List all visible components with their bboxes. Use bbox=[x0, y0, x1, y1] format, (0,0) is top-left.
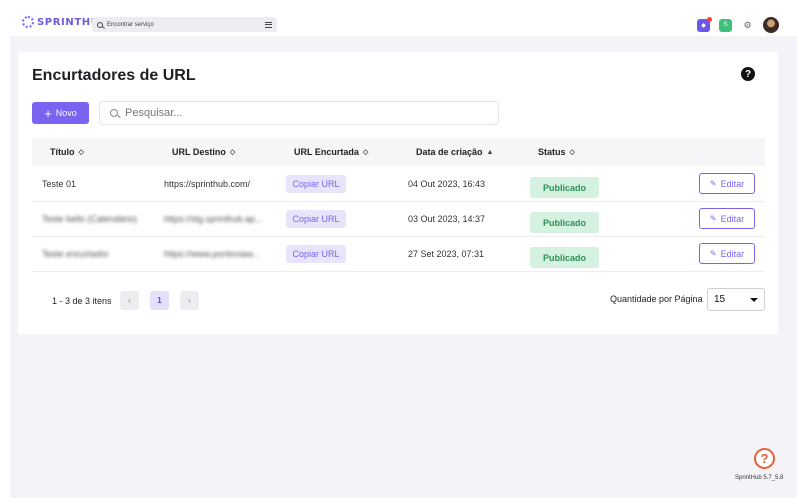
new-button-label: Novo bbox=[55, 108, 77, 118]
edit-button[interactable]: ✎ Editar bbox=[699, 243, 755, 264]
edit-button[interactable]: ✎ Editar bbox=[699, 173, 755, 194]
status-badge: Publicado bbox=[530, 212, 599, 233]
column-title[interactable]: Título ◇ bbox=[50, 147, 84, 157]
apps-icon[interactable]: S bbox=[719, 18, 732, 32]
column-url-destino[interactable]: URL Destino ◇ bbox=[172, 147, 235, 157]
sort-up-icon: ▲ bbox=[486, 148, 494, 156]
search-icon bbox=[110, 109, 118, 117]
service-search-placeholder: Encontrar serviço bbox=[107, 21, 154, 28]
edit-label: Editar bbox=[720, 248, 745, 259]
column-url-encurtada[interactable]: URL Encurtada ◇ bbox=[294, 147, 368, 157]
notifications-icon[interactable]: ◆ bbox=[697, 16, 712, 32]
row-url: https://stg.sprinthub.ap... bbox=[164, 214, 263, 224]
column-label: Data de criação bbox=[416, 147, 483, 157]
table-row: Teste encurtador https://www.pontoviaw..… bbox=[32, 237, 765, 272]
edit-button[interactable]: ✎ Editar bbox=[699, 208, 755, 229]
copy-url-button[interactable]: Copiar URL bbox=[286, 245, 346, 263]
logo-icon bbox=[22, 16, 34, 28]
support-help-icon[interactable]: ? bbox=[754, 448, 775, 469]
search-icon bbox=[97, 21, 103, 28]
search-box bbox=[99, 101, 499, 125]
sort-icon: ◇ bbox=[362, 149, 369, 156]
main-card: Encurtadores de URL ? + Novo Título ◇ UR… bbox=[18, 52, 778, 334]
edit-label: Editar bbox=[720, 213, 745, 224]
page-title: Encurtadores de URL bbox=[32, 67, 196, 84]
avatar[interactable] bbox=[763, 17, 779, 33]
sort-icon: ◇ bbox=[78, 149, 84, 156]
chevron-down-icon bbox=[750, 298, 758, 302]
column-label: Status bbox=[538, 147, 566, 157]
pencil-icon: ✎ bbox=[709, 214, 717, 223]
edit-label: Editar bbox=[720, 178, 745, 189]
row-url: https://www.pontoviaw... bbox=[164, 249, 261, 259]
pencil-icon: ✎ bbox=[709, 179, 717, 188]
column-data-criacao[interactable]: Data de criação ▲ bbox=[416, 147, 493, 157]
row-title: Teste bello (Calendário) bbox=[42, 214, 138, 224]
next-page-button[interactable]: › bbox=[180, 291, 199, 310]
table-row: Teste bello (Calendário) https://stg.spr… bbox=[32, 202, 765, 237]
table-row: Teste 01 https://sprinthub.com/ Copiar U… bbox=[32, 167, 765, 202]
version-text: SprintHub 5.7_5.8 bbox=[735, 475, 784, 481]
per-page-label: Quantidade por Página bbox=[610, 294, 703, 304]
pencil-icon: ✎ bbox=[709, 249, 717, 258]
page-1-button[interactable]: 1 bbox=[150, 291, 169, 310]
column-label: Título bbox=[50, 147, 75, 157]
column-label: URL Destino bbox=[172, 147, 226, 157]
top-bar: SPRINTHUB Encontrar serviço ◆ S ⚙ bbox=[0, 0, 797, 36]
table-header: Título ◇ URL Destino ◇ URL Encurtada ◇ D… bbox=[32, 138, 765, 166]
new-button[interactable]: + Novo bbox=[32, 102, 89, 124]
search-input[interactable] bbox=[125, 107, 498, 119]
row-date: 27 Set 2023, 07:31 bbox=[408, 249, 485, 259]
settings-icon[interactable]: ⚙ bbox=[741, 19, 754, 32]
row-title: Teste encurtador bbox=[42, 249, 110, 259]
row-url: https://sprinthub.com/ bbox=[164, 179, 251, 189]
per-page-value: 15 bbox=[714, 294, 726, 305]
status-badge: Publicado bbox=[530, 177, 599, 198]
plus-icon: + bbox=[44, 105, 52, 121]
copy-url-button[interactable]: Copiar URL bbox=[286, 175, 346, 193]
column-label: URL Encurtada bbox=[294, 147, 359, 157]
per-page-select[interactable]: 15 bbox=[707, 288, 765, 311]
row-date: 03 Out 2023, 14:37 bbox=[408, 214, 486, 224]
top-icons: ◆ S ⚙ bbox=[688, 16, 779, 33]
pagination-summary: 1 - 3 de 3 itens bbox=[52, 296, 112, 306]
sort-icon: ◇ bbox=[569, 149, 575, 156]
menu-icon[interactable] bbox=[265, 21, 272, 28]
help-icon[interactable]: ? bbox=[741, 67, 755, 81]
copy-url-button[interactable]: Copiar URL bbox=[286, 210, 346, 228]
status-badge: Publicado bbox=[530, 247, 599, 268]
row-date: 04 Out 2023, 16:43 bbox=[408, 179, 486, 189]
column-status[interactable]: Status ◇ bbox=[538, 147, 575, 157]
row-title: Teste 01 bbox=[42, 179, 77, 189]
service-search[interactable]: Encontrar serviço bbox=[92, 17, 277, 32]
prev-page-button[interactable]: ‹ bbox=[120, 291, 139, 310]
sort-icon: ◇ bbox=[229, 149, 236, 156]
